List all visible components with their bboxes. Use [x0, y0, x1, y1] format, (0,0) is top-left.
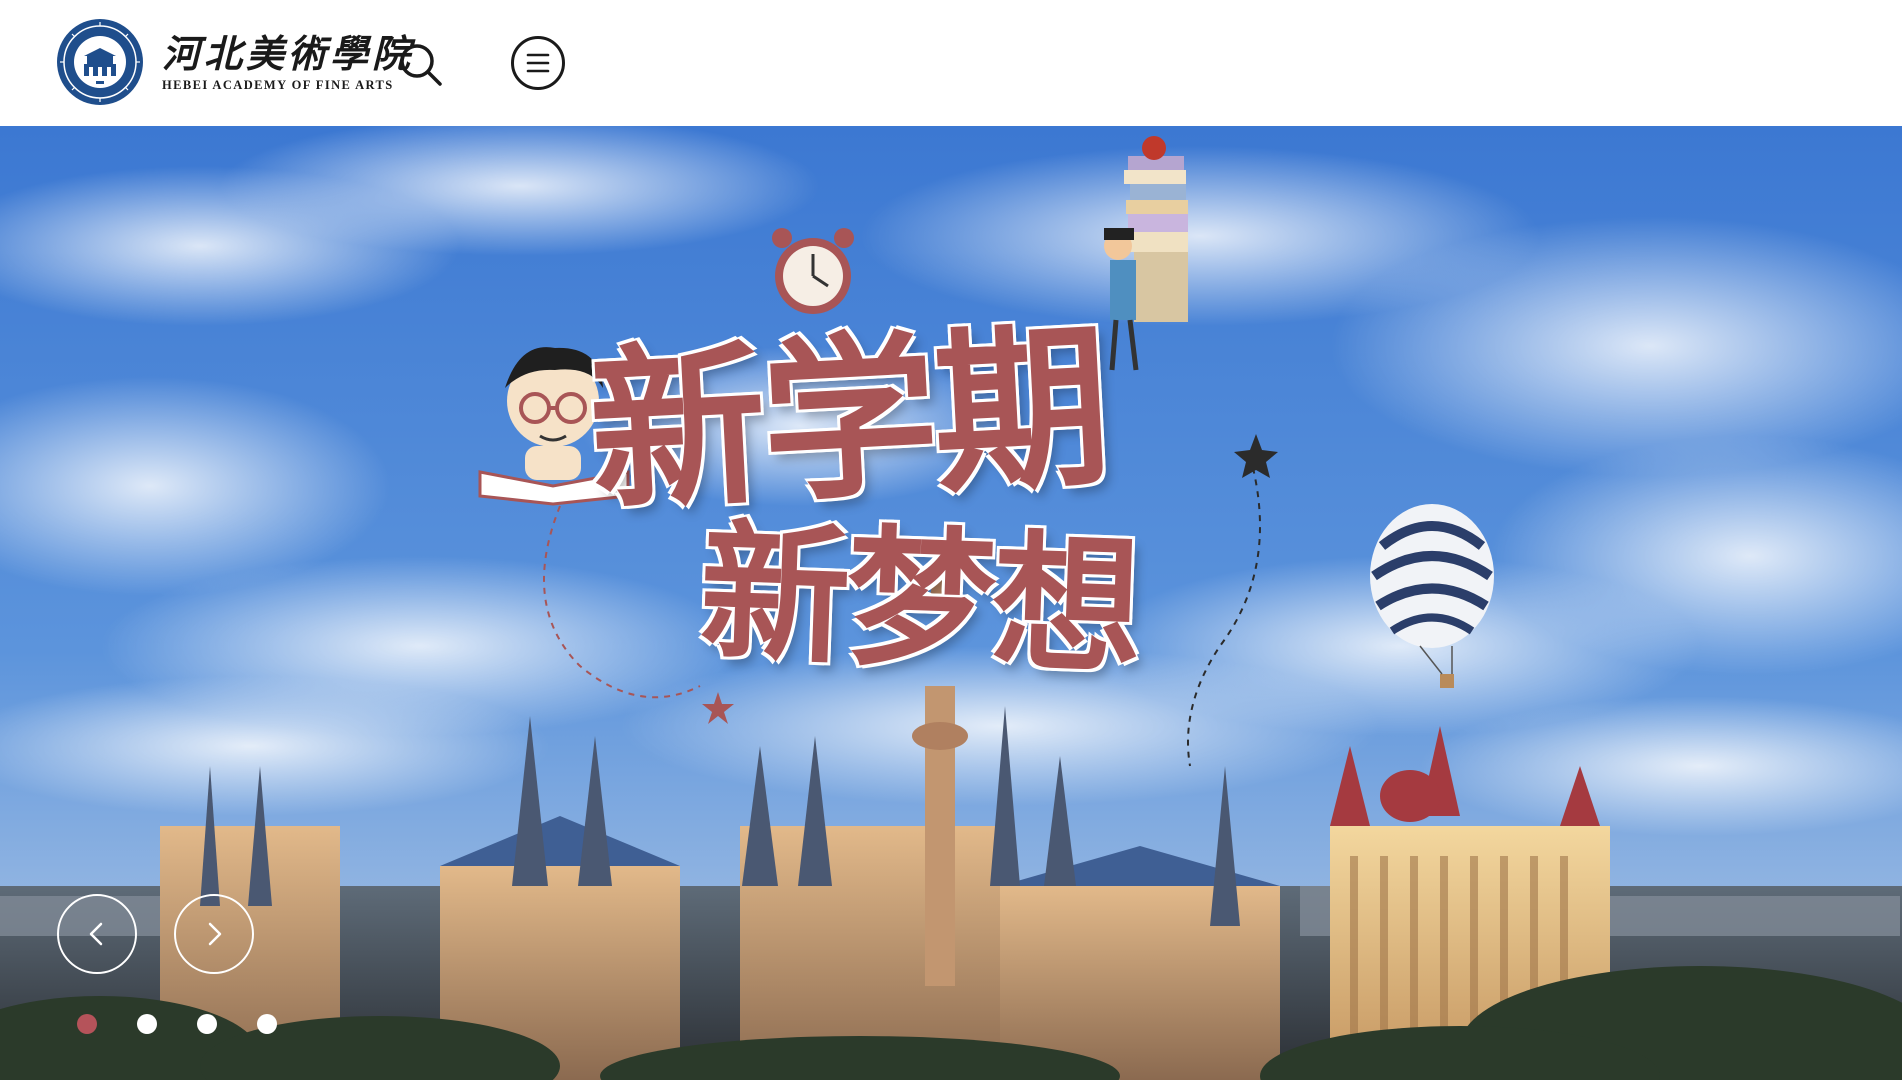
carousel-dot-2[interactable]	[137, 1014, 157, 1034]
carousel-dot-3[interactable]	[197, 1014, 217, 1034]
logo-wordmark: 河北美術學院 HEBEI ACADEMY OF FINE ARTS	[162, 30, 415, 93]
hero-slide-image	[0, 126, 1902, 1080]
carousel-dot-4[interactable]	[257, 1014, 277, 1034]
carousel-prev-button[interactable]	[57, 894, 137, 974]
search-icon	[400, 44, 442, 86]
hero-carousel: 新学期 新梦想	[0, 126, 1902, 1080]
carousel-pagination	[77, 1014, 317, 1034]
chevron-right-icon	[208, 922, 222, 946]
carousel-next-button[interactable]	[174, 894, 254, 974]
menu-button[interactable]	[510, 35, 566, 91]
search-button[interactable]	[398, 42, 444, 88]
site-logo[interactable]: 河北美術學院 HEBEI ACADEMY OF FINE ARTS	[56, 18, 414, 106]
carousel-dot-1[interactable]	[77, 1014, 97, 1034]
logo-name-cn: 河北美術學院	[162, 30, 415, 76]
school-seal-icon	[57, 19, 143, 105]
logo-name-en: HEBEI ACADEMY OF FINE ARTS	[162, 77, 394, 92]
hamburger-menu-icon	[511, 36, 565, 90]
chevron-left-icon	[89, 922, 103, 946]
site-header: 河北美術學院 HEBEI ACADEMY OF FINE ARTS	[0, 0, 1902, 126]
